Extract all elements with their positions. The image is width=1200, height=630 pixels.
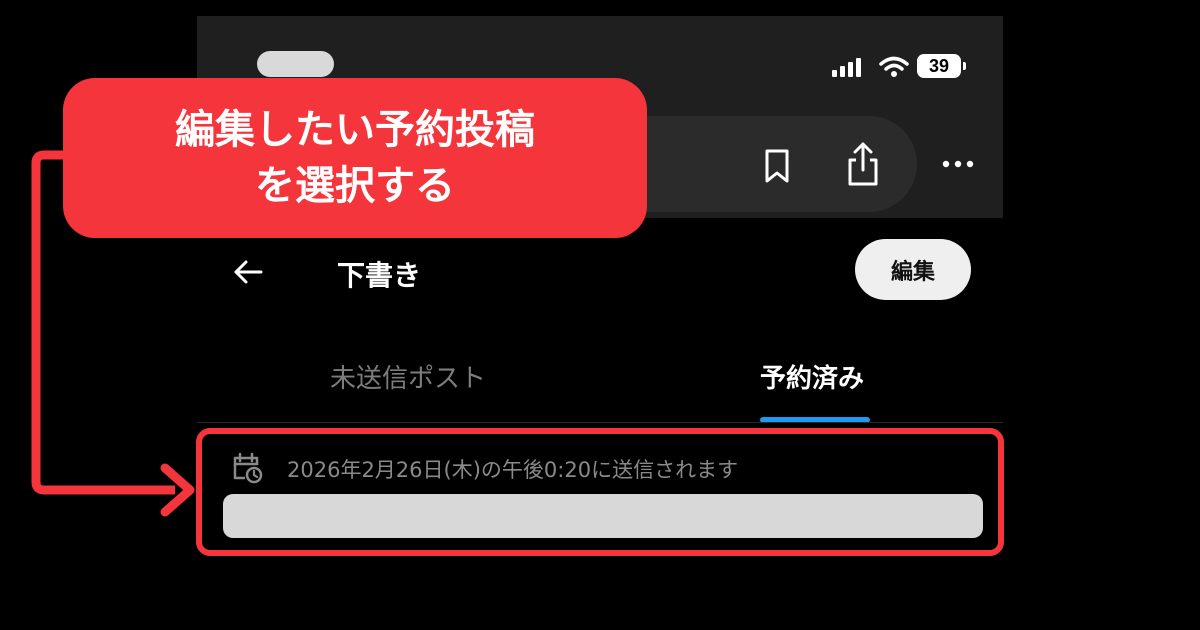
callout-line-1: 編集したい予約投稿	[175, 107, 535, 153]
signal-icon	[832, 57, 872, 77]
more-icon[interactable]	[941, 154, 975, 174]
instruction-callout: 編集したい予約投稿 を選択する	[63, 78, 647, 238]
status-time-placeholder	[257, 51, 334, 77]
bookmark-icon[interactable]	[762, 148, 792, 184]
callout-line-2: を選択する	[255, 163, 455, 209]
page-title: 下書き	[337, 259, 422, 292]
tab-scheduled[interactable]: 予約済み	[760, 358, 864, 395]
highlight-frame	[196, 428, 1004, 556]
edit-button[interactable]: 編集	[855, 239, 971, 300]
wifi-icon	[879, 56, 909, 77]
battery-icon: 39	[917, 54, 966, 78]
share-icon[interactable]	[842, 140, 884, 188]
tab-unsent-posts[interactable]: 未送信ポスト	[330, 358, 486, 395]
back-arrow-icon[interactable]	[231, 258, 265, 286]
tab-divider	[197, 422, 1003, 423]
